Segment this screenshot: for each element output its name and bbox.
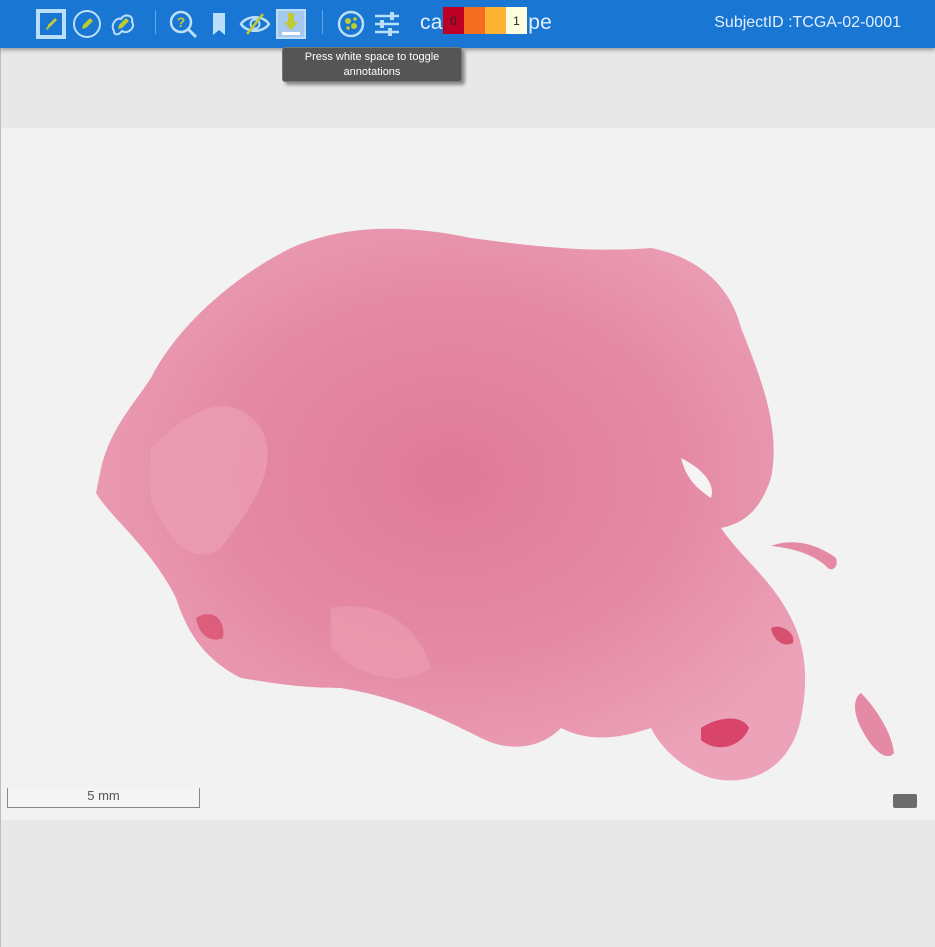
draw-icon [38, 11, 64, 37]
settings-button[interactable] [371, 8, 403, 40]
heatmap-legend: 0 1 [443, 7, 527, 34]
draw-tool-button[interactable] [35, 8, 67, 40]
annotation-toggle-tooltip: Press white space to toggle annotations [282, 47, 462, 82]
download-icon [276, 9, 306, 39]
subject-id: SubjectID :TCGA-02-0001 [714, 14, 901, 31]
toolbar-separator [322, 10, 323, 34]
settings-sliders-icon [375, 12, 399, 36]
scale-bar: 5 mm [7, 788, 200, 808]
tissue-slide-image [1, 128, 935, 820]
magnifier-help-icon: ? [169, 10, 198, 39]
navigator-thumbnail[interactable] [893, 794, 917, 808]
slide-viewer[interactable]: 5 mm [1, 128, 935, 820]
svg-text:?: ? [177, 14, 186, 30]
toggle-annotations-button[interactable] [239, 8, 271, 40]
heatmap-legend-cell [485, 7, 506, 34]
freeline-icon [111, 14, 134, 36]
sketch-tool-button[interactable] [71, 8, 103, 40]
top-toolbar: ? 0 1 SubjectID:TCGA-02-0001 [0, 0, 935, 48]
heatmap-legend-cell: 0 [443, 7, 464, 34]
toggle-annotations-icon [239, 13, 271, 35]
magnifier-help-button[interactable]: ? [167, 8, 199, 40]
bookmark-icon [213, 13, 225, 35]
download-button[interactable] [275, 8, 307, 40]
analysis-icon [337, 10, 365, 38]
analysis-button[interactable] [335, 8, 367, 40]
freeline-tool-button[interactable] [107, 8, 139, 40]
sketch-icon [73, 10, 101, 38]
heatmap-legend-cell: 1 [506, 7, 527, 34]
toolbar-separator [155, 10, 156, 34]
heatmap-legend-cell [464, 7, 485, 34]
bookmark-button[interactable] [203, 8, 235, 40]
